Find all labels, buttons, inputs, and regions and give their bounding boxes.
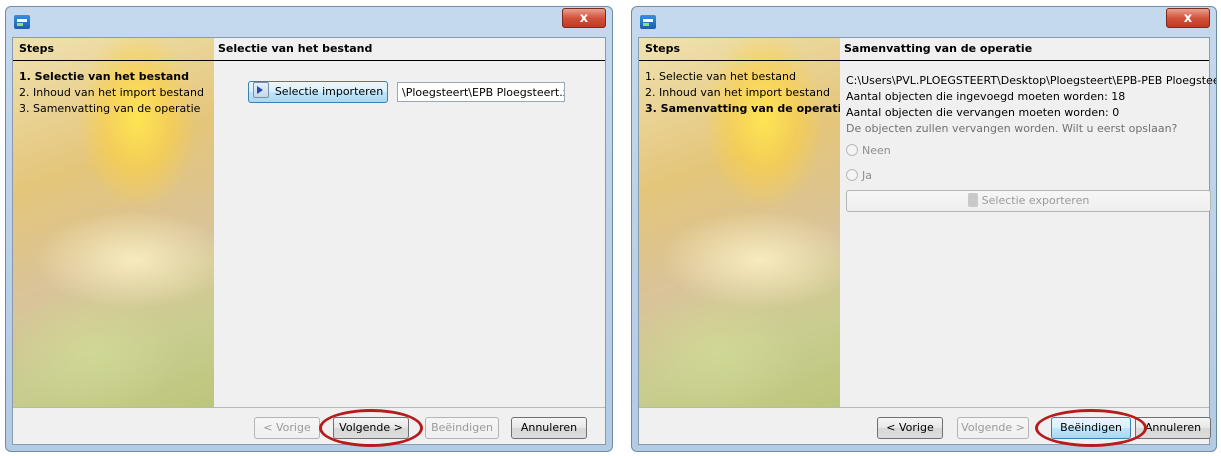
close-button[interactable]: x xyxy=(1166,8,1210,28)
step-2: 2. Inhoud van het import bestand xyxy=(19,86,204,99)
step-1: 1. Selectie van het bestand xyxy=(645,70,797,83)
wizard-client-area: Steps 1. Selectie van het bestand 2. Inh… xyxy=(638,37,1216,447)
wizard-footer: < Vorige Volgende > Beëindigen Annuleren xyxy=(639,407,1211,447)
close-button[interactable]: x xyxy=(562,8,606,28)
content-panel: Samenvatting van de operatie C:\Users\PV… xyxy=(840,38,1216,408)
prev-button[interactable]: < Vorige xyxy=(877,417,943,439)
finish-button[interactable]: Beëindigen xyxy=(425,417,499,439)
divider xyxy=(840,60,1209,61)
cancel-button[interactable]: Annuleren xyxy=(511,417,587,439)
wizard-client-area: Steps 1. Selectie van het bestand 2. Inh… xyxy=(12,37,606,447)
step-3: 3. Samenvatting van de operatie xyxy=(645,102,840,115)
import-icon xyxy=(252,82,269,98)
prev-button[interactable]: < Vorige xyxy=(254,417,320,439)
app-icon xyxy=(14,15,30,29)
step-3: 3. Samenvatting van de operatie xyxy=(19,102,201,115)
export-icon xyxy=(967,193,978,207)
title-bar[interactable]: x xyxy=(6,7,612,37)
divider xyxy=(214,60,605,61)
steps-header: Steps xyxy=(19,42,55,55)
steps-panel: Steps 1. Selectie van het bestand 2. Inh… xyxy=(13,38,214,408)
highlight-ring xyxy=(1035,409,1147,447)
steps-panel: Steps 1. Selectie van het bestand 2. Inh… xyxy=(639,38,840,408)
highlight-ring xyxy=(319,409,423,447)
export-selection-button[interactable]: Selectie exporteren xyxy=(846,190,1211,212)
step-2: 2. Inhoud van het import bestand xyxy=(645,86,830,99)
import-wizard-window-step1: x Steps 1. Selectie van het bestand 2. I… xyxy=(5,6,613,452)
content-panel: Selectie van het bestand Selectie import… xyxy=(214,38,605,408)
import-selection-button[interactable]: Selectie importeren xyxy=(248,81,388,103)
save-question: De objecten zullen vervangen worden. Wil… xyxy=(846,122,1178,135)
page-title: Selectie van het bestand xyxy=(218,42,373,55)
radio-circle-icon xyxy=(846,144,858,156)
radio-circle-icon xyxy=(846,169,858,181)
radio-no[interactable]: Neen xyxy=(846,144,891,157)
app-icon xyxy=(640,15,656,29)
import-wizard-window-step3: x Steps 1. Selectie van het bestand 2. I… xyxy=(631,6,1217,452)
summary-added-count: Aantal objecten die ingevoegd moeten wor… xyxy=(846,90,1126,103)
wizard-footer: < Vorige Volgende > Beëindigen Annuleren xyxy=(13,407,605,447)
next-button[interactable]: Volgende > xyxy=(957,417,1029,439)
divider xyxy=(13,60,214,61)
radio-yes[interactable]: Ja xyxy=(846,169,872,182)
summary-replaced-count: Aantal objecten die vervangen moeten wor… xyxy=(846,106,1120,119)
page-title: Samenvatting van de operatie xyxy=(844,42,1033,55)
title-bar[interactable]: x xyxy=(632,7,1216,37)
divider xyxy=(639,60,840,61)
file-path-field[interactable]: \Ploegsteert\EPB Ploegsteert.xml xyxy=(397,82,565,102)
summary-path: C:\Users\PVL.PLOEGSTEERT\Desktop\Ploegst… xyxy=(846,74,1217,87)
step-1: 1. Selectie van het bestand xyxy=(19,70,190,83)
steps-header: Steps xyxy=(645,42,681,55)
